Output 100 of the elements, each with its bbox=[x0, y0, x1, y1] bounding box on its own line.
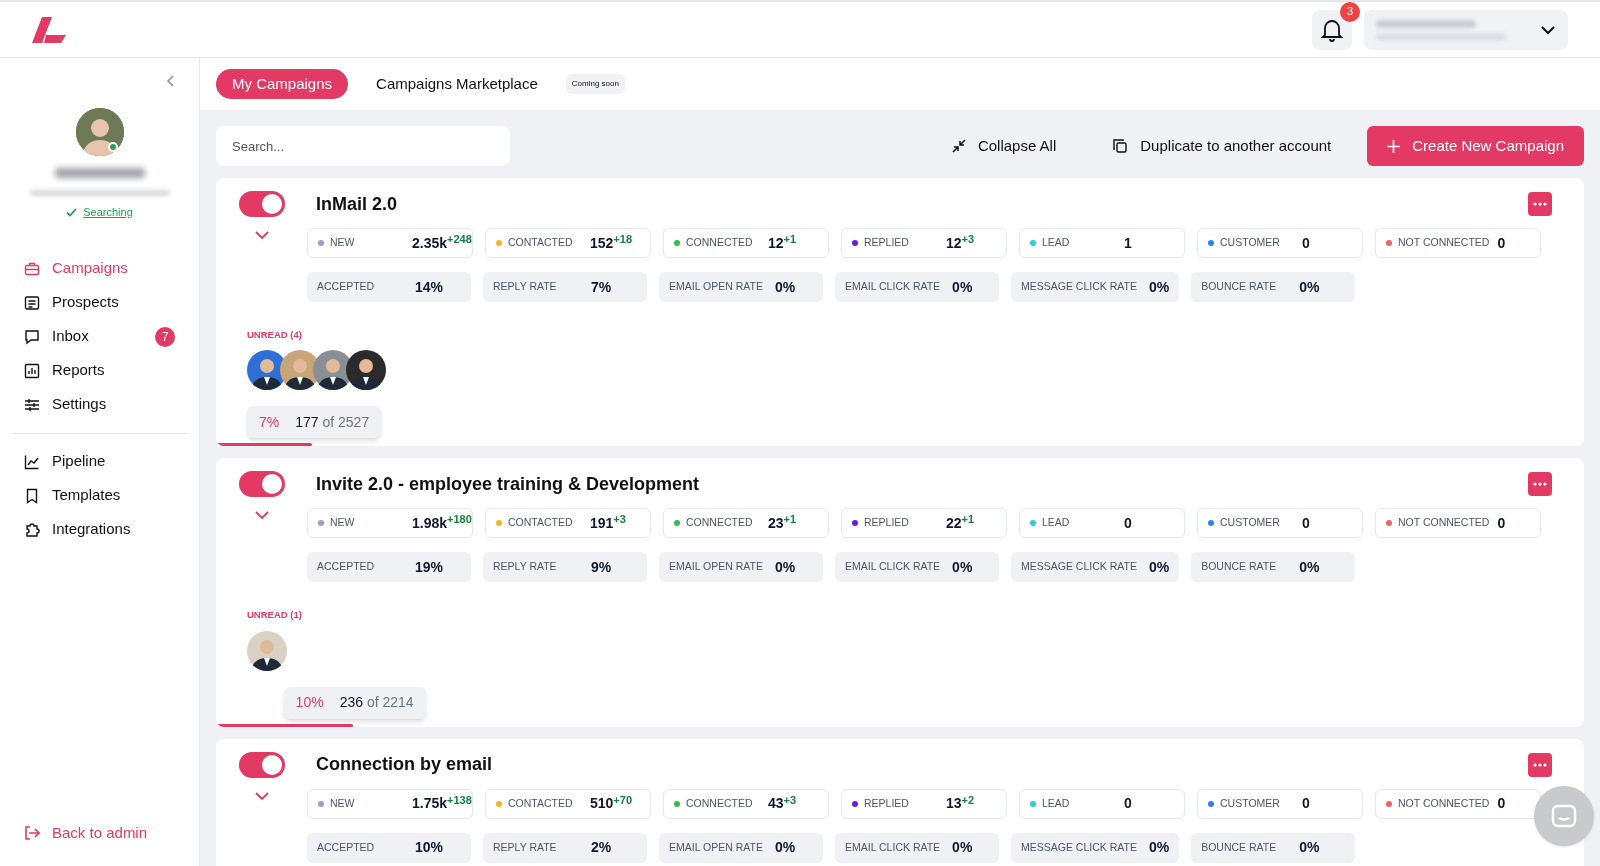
rate-value: 0% bbox=[1299, 277, 1320, 297]
duplicate-button[interactable]: Duplicate to another account bbox=[1112, 134, 1332, 158]
rate-value: 10% bbox=[415, 838, 444, 857]
stat-label: REPLIED bbox=[864, 235, 910, 251]
rate-label: EMAIL OPEN RATE bbox=[669, 279, 763, 295]
stat-label: CONNECTED bbox=[686, 235, 754, 251]
rate-value: 7% bbox=[591, 277, 612, 297]
rate-label: REPLY RATE bbox=[493, 839, 558, 855]
rate-value: 0% bbox=[774, 838, 796, 857]
stat-delta: +1 bbox=[783, 512, 797, 526]
rate-label: ACCEPTED bbox=[317, 279, 376, 295]
stat-value: 13 bbox=[946, 794, 962, 813]
stat-value: 1.98k bbox=[412, 513, 448, 533]
rate-label: BOUNCE RATE bbox=[1201, 279, 1278, 295]
tab[interactable]: Campaigns Marketplace bbox=[360, 69, 554, 99]
stat-delta: +3 bbox=[613, 512, 626, 526]
rate-label: EMAIL CLICK RATE bbox=[845, 839, 941, 855]
rate-label: BOUNCE RATE bbox=[1201, 559, 1278, 575]
rate-label: EMAIL CLICK RATE bbox=[845, 559, 941, 575]
progress-count: 236 of 2214 bbox=[339, 693, 414, 712]
nav-item[interactable]: Inbox 7 bbox=[24, 324, 175, 349]
stat-value: 43 bbox=[768, 794, 784, 813]
stat-label: CUSTOMER bbox=[1220, 235, 1281, 251]
stat-value: 0 bbox=[1302, 513, 1310, 533]
nav-item[interactable]: Templates bbox=[24, 483, 175, 508]
stat-label: LEAD bbox=[1042, 235, 1071, 251]
stat-label: REPLIED bbox=[864, 515, 910, 531]
rate-value: 14% bbox=[415, 277, 444, 297]
stat-label: CONTACTED bbox=[508, 795, 574, 811]
stat-value: 152 bbox=[590, 233, 614, 253]
rate-value: 0% bbox=[1299, 557, 1320, 577]
stat-label: LEAD bbox=[1042, 795, 1071, 811]
rate-label: EMAIL OPEN RATE bbox=[669, 559, 763, 575]
rate-value: 0% bbox=[1148, 277, 1170, 297]
stat-value: 0 bbox=[1124, 513, 1132, 533]
nav-item[interactable]: Integrations bbox=[24, 517, 175, 542]
stat-label: NOT CONNECTED bbox=[1398, 515, 1490, 531]
rate-value: 0% bbox=[952, 838, 973, 857]
rate-label: REPLY RATE bbox=[493, 279, 558, 295]
rate-label: MESSAGE CLICK RATE bbox=[1021, 839, 1137, 855]
stat-label: NEW bbox=[330, 795, 356, 811]
rate-label: ACCEPTED bbox=[317, 559, 376, 575]
rate-label: EMAIL CLICK RATE bbox=[845, 279, 941, 295]
campaign-title: Invite 2.0 - employee training & Development bbox=[316, 472, 700, 496]
tab[interactable]: My Campaigns bbox=[216, 69, 349, 99]
nav-item[interactable]: Prospects bbox=[24, 290, 175, 315]
stat-delta: +70 bbox=[613, 792, 633, 806]
stat-label: NEW bbox=[330, 515, 356, 531]
stat-value: 0 bbox=[1497, 794, 1506, 813]
nav-item[interactable]: Campaigns bbox=[24, 256, 175, 281]
stat-value: 0 bbox=[1497, 233, 1506, 253]
rate-label: REPLY RATE bbox=[493, 559, 558, 575]
rate-value: 19% bbox=[415, 557, 444, 577]
stat-label: NOT CONNECTED bbox=[1398, 795, 1490, 811]
coming-soon-badge: Coming soon bbox=[565, 74, 625, 94]
search-field[interactable]: Search... bbox=[216, 126, 510, 166]
stat-label: REPLIED bbox=[864, 795, 910, 811]
stat-label: NEW bbox=[330, 235, 356, 251]
stat-delta: +180 bbox=[447, 512, 472, 526]
count-badge: 7 bbox=[155, 326, 175, 347]
rate-value: 0% bbox=[1148, 838, 1170, 857]
back-to-admin-link[interactable]: Back to admin bbox=[24, 821, 148, 844]
create-campaign-button[interactable]: Create New Campaign bbox=[1367, 126, 1584, 166]
rate-value: 0% bbox=[952, 557, 973, 577]
stat-value: 22 bbox=[946, 513, 962, 533]
nav-item[interactable]: Pipeline bbox=[24, 449, 175, 474]
stat-label: CONNECTED bbox=[686, 795, 754, 811]
unread-label: UNREAD (4) bbox=[247, 328, 303, 342]
campaign-title: Connection by email bbox=[316, 753, 493, 776]
rate-value: 0% bbox=[952, 277, 973, 297]
progress-percent: 10% bbox=[295, 693, 324, 712]
stat-delta: +3 bbox=[961, 232, 975, 245]
stat-value: 0 bbox=[1124, 794, 1132, 813]
stat-value: 1 bbox=[1124, 233, 1132, 253]
rate-label: MESSAGE CLICK RATE bbox=[1021, 559, 1137, 575]
rate-label: MESSAGE CLICK RATE bbox=[1021, 279, 1137, 295]
stat-delta: +18 bbox=[613, 232, 633, 245]
stat-label: CONTACTED bbox=[508, 235, 574, 251]
stat-delta: +138 bbox=[447, 792, 472, 806]
stat-delta: +248 bbox=[447, 232, 472, 245]
stat-value: 0 bbox=[1497, 513, 1506, 533]
stat-value: 2.35k bbox=[412, 233, 448, 253]
rate-value: 0% bbox=[1148, 557, 1170, 577]
stat-delta: +2 bbox=[961, 792, 975, 806]
rate-value: 0% bbox=[774, 557, 796, 577]
stat-value: 510 bbox=[590, 794, 614, 813]
stat-delta: +1 bbox=[961, 512, 975, 526]
stat-value: 12 bbox=[946, 233, 962, 253]
stat-label: CUSTOMER bbox=[1220, 515, 1281, 531]
progress-percent: 7% bbox=[259, 412, 280, 432]
rate-value: 0% bbox=[1299, 838, 1320, 857]
rate-value: 2% bbox=[591, 838, 612, 857]
nav-item[interactable]: Settings bbox=[24, 392, 175, 417]
nav-item[interactable]: Reports bbox=[24, 358, 175, 383]
notification-badge: 3 bbox=[1340, 1, 1360, 22]
collapse-all-button[interactable]: Collapse All bbox=[951, 134, 1057, 158]
stat-value: 1.75k bbox=[412, 794, 448, 813]
stat-value: 0 bbox=[1302, 233, 1310, 253]
campaign-title: InMail 2.0 bbox=[316, 192, 398, 216]
stat-value: 12 bbox=[768, 233, 784, 253]
